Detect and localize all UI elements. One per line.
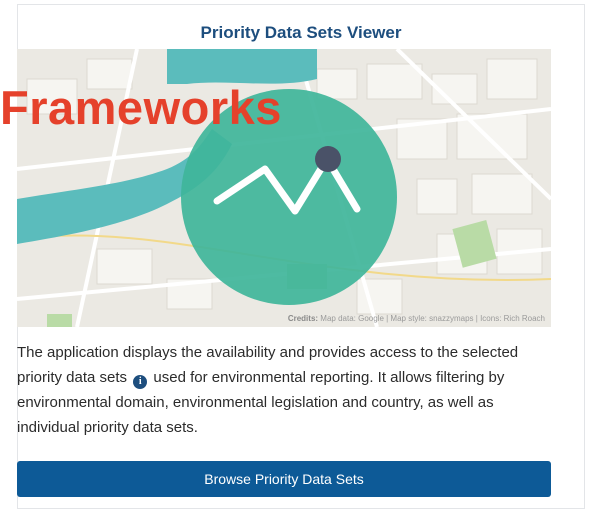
browse-priority-data-sets-button[interactable]: Browse Priority Data Sets xyxy=(17,461,551,497)
info-icon[interactable]: i xyxy=(133,375,148,389)
map-credits: Credits: Map data: Google | Map style: s… xyxy=(287,314,545,323)
frameworks-overlay-label: Frameworks xyxy=(0,81,282,134)
card-title: Priority Data Sets Viewer xyxy=(200,23,402,42)
description-text: The application displays the availabilit… xyxy=(17,340,557,440)
